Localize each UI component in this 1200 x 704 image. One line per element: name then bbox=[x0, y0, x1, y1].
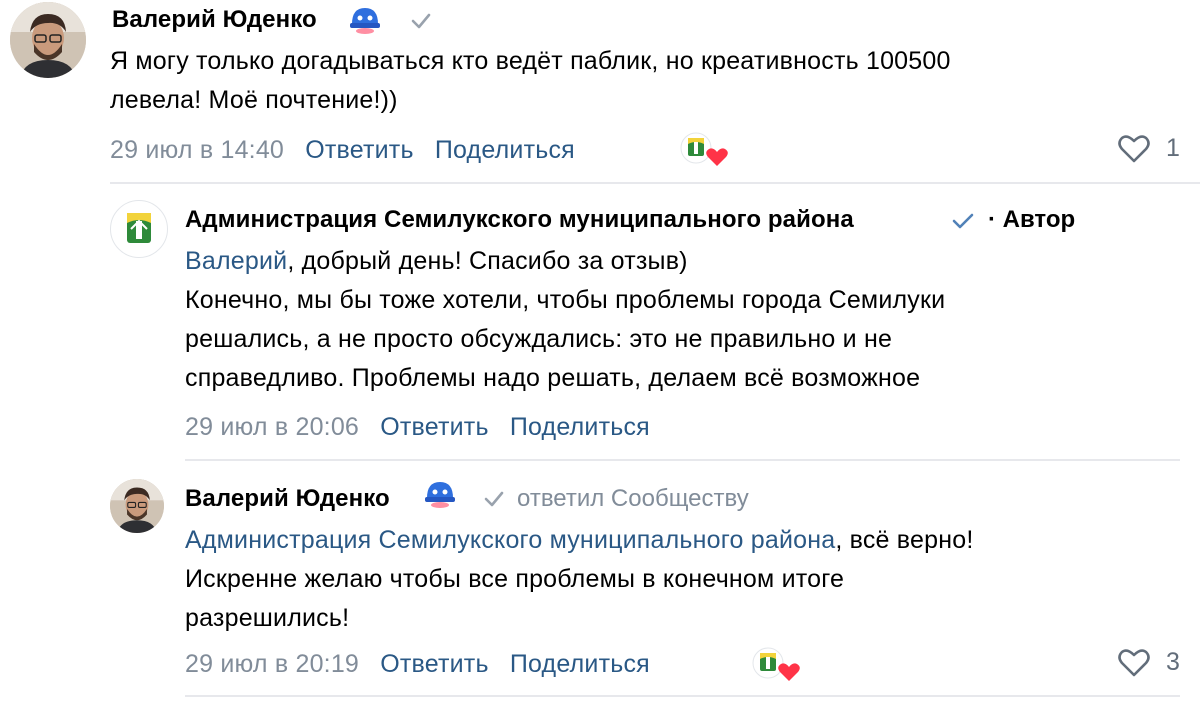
comment-text: Я могу только догадываться кто ведёт паб… bbox=[110, 42, 951, 120]
comment-text-line: левела! Моё почтение!)) bbox=[110, 86, 398, 114]
comment-author[interactable]: Администрация Семилукского муниципальног… bbox=[185, 206, 854, 234]
check-icon bbox=[410, 12, 432, 35]
avatar[interactable] bbox=[10, 2, 86, 78]
comment-text-fragment: , добрый день! Спасибо за отзыв) bbox=[287, 247, 688, 275]
replied-to-label[interactable]: ответил Сообществу bbox=[517, 485, 749, 513]
heart-reaction-icon[interactable] bbox=[680, 130, 728, 170]
helmet-badge-icon bbox=[423, 478, 457, 513]
check-icon bbox=[483, 490, 505, 513]
heart-reaction-icon[interactable] bbox=[752, 645, 800, 685]
avatar[interactable] bbox=[110, 479, 164, 533]
verified-icon bbox=[951, 211, 975, 236]
like-button[interactable]: 3 bbox=[1117, 648, 1180, 678]
share-button[interactable]: Поделиться bbox=[510, 413, 650, 441]
comment-author[interactable]: Валерий Юденко bbox=[185, 485, 390, 513]
comment-text-line: решались, а не просто обсуждались: это н… bbox=[185, 325, 893, 353]
like-heart-icon bbox=[1118, 649, 1150, 677]
reply-button[interactable]: Ответить bbox=[305, 136, 413, 164]
like-button[interactable]: 1 bbox=[1117, 134, 1180, 164]
avatar-photo bbox=[10, 2, 86, 78]
comment-date[interactable]: 29 июл в 14:40 bbox=[110, 136, 284, 164]
reply-button[interactable]: Ответить bbox=[380, 650, 488, 678]
group-logo bbox=[127, 213, 151, 243]
comment-author[interactable]: Валерий Юденко bbox=[112, 6, 317, 34]
comment-text-fragment: , всё верно! bbox=[835, 526, 974, 554]
divider bbox=[185, 695, 1180, 697]
comment-meta: 29 июл в 14:40 Ответить Поделиться bbox=[110, 136, 575, 165]
comment-text-line: Администрация Семилукского муниципальног… bbox=[185, 521, 973, 560]
share-button[interactable]: Поделиться bbox=[510, 650, 650, 678]
comment-meta: 29 июл в 20:06 Ответить Поделиться bbox=[185, 413, 650, 442]
like-count: 1 bbox=[1165, 134, 1180, 162]
comment-meta: 29 июл в 20:19 Ответить Поделиться bbox=[185, 650, 650, 679]
avatar[interactable] bbox=[110, 200, 168, 258]
comment-date[interactable]: 29 июл в 20:06 bbox=[185, 413, 359, 441]
share-button[interactable]: Поделиться bbox=[435, 136, 575, 164]
comment-text-line: Валерий, добрый день! Спасибо за отзыв) bbox=[185, 242, 945, 281]
mention-link[interactable]: Валерий bbox=[185, 247, 287, 275]
like-count: 3 bbox=[1165, 648, 1180, 676]
comment-text-line: разрешились! bbox=[185, 604, 350, 632]
comment-text-line: Конечно, мы бы тоже хотели, чтобы пробле… bbox=[185, 286, 946, 314]
divider bbox=[185, 459, 1180, 461]
comment-text-line: справедливо. Проблемы надо решать, делае… bbox=[185, 364, 921, 392]
comment-text-line: Искренне желаю чтобы все проблемы в коне… bbox=[185, 565, 845, 593]
divider bbox=[110, 182, 1200, 184]
author-role-badge: · Автор bbox=[988, 206, 1076, 233]
like-heart-icon bbox=[1118, 135, 1150, 163]
comment-text: Администрация Семилукского муниципальног… bbox=[185, 521, 973, 638]
helmet-badge-icon bbox=[348, 4, 382, 39]
comment-text-line: Я могу только догадываться кто ведёт паб… bbox=[110, 47, 951, 75]
comment-date[interactable]: 29 июл в 20:19 bbox=[185, 650, 359, 678]
avatar-photo bbox=[110, 479, 164, 533]
comment-text: Валерий, добрый день! Спасибо за отзыв) … bbox=[185, 242, 945, 398]
reply-button[interactable]: Ответить bbox=[380, 413, 488, 441]
mention-link[interactable]: Администрация Семилукского муниципальног… bbox=[185, 526, 835, 554]
